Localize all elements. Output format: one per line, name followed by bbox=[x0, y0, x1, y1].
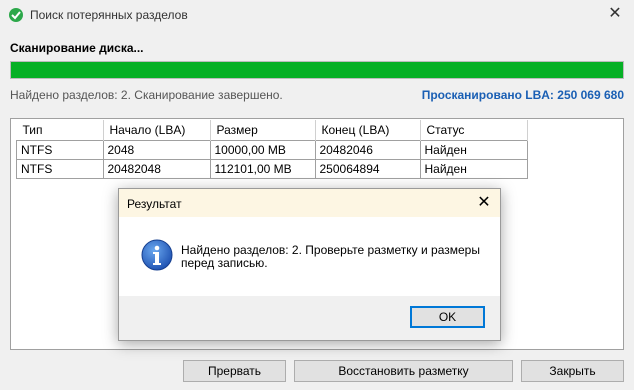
table-header-row: Тип Начало (LBA) Размер Конец (LBA) Стат… bbox=[16, 120, 528, 141]
progress-bar bbox=[10, 61, 624, 79]
progress-fill bbox=[11, 62, 623, 78]
column-header-end[interactable]: Конец (LBA) bbox=[315, 120, 421, 141]
abort-button[interactable]: Прервать bbox=[183, 360, 286, 382]
dialog-message: Найдено разделов: 2. Проверьте разметку … bbox=[181, 243, 480, 270]
scan-status: Найдено разделов: 2. Сканирование заверш… bbox=[10, 88, 283, 102]
column-header-size[interactable]: Размер bbox=[210, 120, 316, 141]
cell-status: Найден bbox=[419, 159, 528, 179]
app-icon bbox=[9, 8, 23, 22]
dialog-title-bar: Результат ✕ bbox=[119, 189, 500, 217]
ok-button[interactable]: OK bbox=[410, 306, 485, 328]
restore-partition-button[interactable]: Восстановить разметку bbox=[294, 360, 513, 382]
column-header-status[interactable]: Статус bbox=[420, 120, 528, 141]
info-icon bbox=[141, 239, 173, 271]
table-row[interactable]: NTFS 20482048 112101,00 MB 250064894 Най… bbox=[16, 159, 528, 179]
table-row[interactable]: NTFS 2048 10000,00 MB 20482046 Найден bbox=[16, 140, 528, 160]
window-title: Поиск потерянных разделов bbox=[30, 8, 188, 22]
dialog-body: Найдено разделов: 2. Проверьте разметку … bbox=[119, 217, 500, 296]
lba-counter: Просканировано LBA: 250 069 680 bbox=[421, 88, 624, 102]
cell-status: Найден bbox=[419, 140, 528, 160]
cell-size: 10000,00 MB bbox=[209, 140, 316, 160]
cell-start: 2048 bbox=[102, 140, 211, 160]
cell-type: NTFS bbox=[16, 159, 104, 179]
cell-size: 112101,00 MB bbox=[209, 159, 316, 179]
scan-heading: Сканирование диска... bbox=[10, 41, 144, 55]
column-header-start[interactable]: Начало (LBA) bbox=[103, 120, 211, 141]
cell-start: 20482048 bbox=[102, 159, 211, 179]
cell-end: 20482046 bbox=[314, 140, 421, 160]
dialog-close-icon[interactable]: ✕ bbox=[474, 193, 494, 213]
result-dialog: Результат ✕ Найдено разделов: 2. Проверь… bbox=[118, 188, 501, 341]
column-header-type[interactable]: Тип bbox=[16, 120, 104, 141]
title-bar: Поиск потерянных разделов ✕ bbox=[0, 0, 634, 30]
dialog-title: Результат bbox=[127, 197, 182, 211]
close-button[interactable]: Закрыть bbox=[521, 360, 624, 382]
cell-type: NTFS bbox=[16, 140, 104, 160]
close-icon[interactable]: ✕ bbox=[606, 5, 624, 23]
cell-end: 250064894 bbox=[314, 159, 421, 179]
